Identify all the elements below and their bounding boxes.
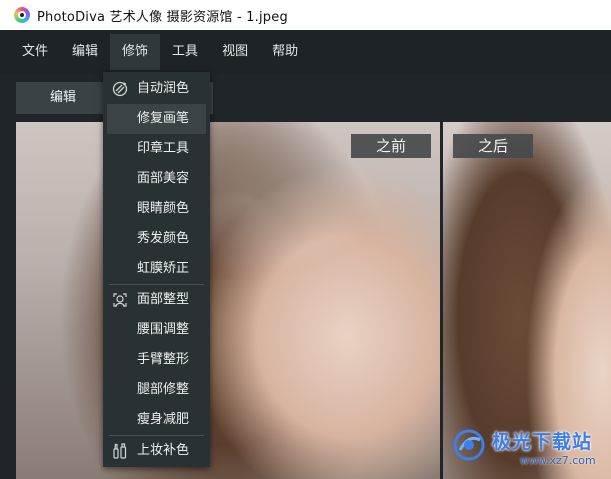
after-label: 之后 bbox=[453, 134, 533, 158]
menu-item-makeup[interactable]: 上妆补色 bbox=[103, 436, 210, 466]
menu-item-healing-brush[interactable]: 修复画笔 bbox=[107, 104, 206, 134]
watermark: 极光下载站 www.xz7.com bbox=[452, 424, 611, 479]
menu-item-label: 虹膜矫正 bbox=[137, 261, 190, 276]
menu-item-label: 面部整型 bbox=[137, 292, 190, 307]
menu-retouch[interactable]: 修饰 bbox=[110, 34, 161, 70]
menu-tools[interactable]: 工具 bbox=[160, 34, 210, 70]
menu-item-label: 腿部修整 bbox=[137, 382, 190, 397]
menu-view[interactable]: 视图 bbox=[210, 34, 260, 70]
toolbar: 编辑 bbox=[0, 74, 611, 122]
title-bar: PhotoDiva 艺术人像 摄影资源馆 - 1.jpeg bbox=[0, 0, 611, 30]
menu-file[interactable]: 文件 bbox=[10, 34, 60, 70]
menu-item-label: 修复画笔 bbox=[137, 111, 190, 126]
menu-item-face-beauty[interactable]: 面部美容 bbox=[103, 164, 210, 194]
menu-item-label: 印章工具 bbox=[137, 141, 190, 156]
portrait-photo-before bbox=[16, 122, 440, 479]
menu-item-label: 秀发颜色 bbox=[137, 231, 190, 246]
menu-item-hair-color[interactable]: 秀发颜色 bbox=[103, 224, 210, 254]
watermark-url: www.xz7.com bbox=[520, 454, 596, 467]
menu-item-eye-color[interactable]: 眼睛颜色 bbox=[103, 194, 210, 224]
menu-item-label: 眼睛颜色 bbox=[137, 201, 190, 216]
auto-retouch-icon bbox=[111, 80, 129, 98]
menu-edit[interactable]: 编辑 bbox=[60, 34, 110, 70]
menu-item-label: 手臂整形 bbox=[137, 352, 190, 367]
retouch-dropdown-menu: 自动润色 修复画笔 印章工具 面部美容 眼睛颜色 秀发颜色 虹膜矫正 面部整型 … bbox=[103, 72, 210, 467]
before-label: 之前 bbox=[351, 134, 431, 158]
menu-item-label: 面部美容 bbox=[137, 171, 190, 186]
watermark-title: 极光下载站 bbox=[492, 431, 593, 453]
menu-item-arm-shaping[interactable]: 手臂整形 bbox=[103, 345, 210, 375]
face-sculpt-icon bbox=[111, 291, 129, 309]
menu-item-label: 自动润色 bbox=[137, 81, 190, 96]
menu-item-clone-stamp[interactable]: 印章工具 bbox=[103, 134, 210, 164]
menu-item-face-sculpt[interactable]: 面部整型 bbox=[103, 285, 210, 315]
xz7-logo-icon bbox=[453, 429, 485, 461]
menu-item-label: 瘦身减肥 bbox=[137, 412, 190, 427]
menu-item-auto-retouch[interactable]: 自动润色 bbox=[103, 74, 210, 104]
menu-item-leg-trim[interactable]: 腿部修整 bbox=[103, 375, 210, 405]
before-preview-pane[interactable]: 之前 bbox=[16, 122, 440, 479]
photodiva-logo-icon bbox=[14, 7, 30, 23]
menu-item-label: 腰围调整 bbox=[137, 322, 190, 337]
makeup-icon bbox=[111, 442, 129, 460]
menu-item-iris-correction[interactable]: 虹膜矫正 bbox=[103, 254, 210, 284]
menu-help[interactable]: 帮助 bbox=[260, 34, 310, 70]
menu-bar: 文件 编辑 修饰 工具 视图 帮助 bbox=[0, 30, 611, 74]
menu-item-label: 上妆补色 bbox=[137, 443, 190, 458]
window-title: PhotoDiva 艺术人像 摄影资源馆 - 1.jpeg bbox=[37, 9, 288, 25]
menu-item-waist-adjust[interactable]: 腰围调整 bbox=[103, 315, 210, 345]
edit-tab[interactable]: 编辑 bbox=[16, 82, 110, 114]
menu-item-slimming[interactable]: 瘦身减肥 bbox=[103, 405, 210, 435]
